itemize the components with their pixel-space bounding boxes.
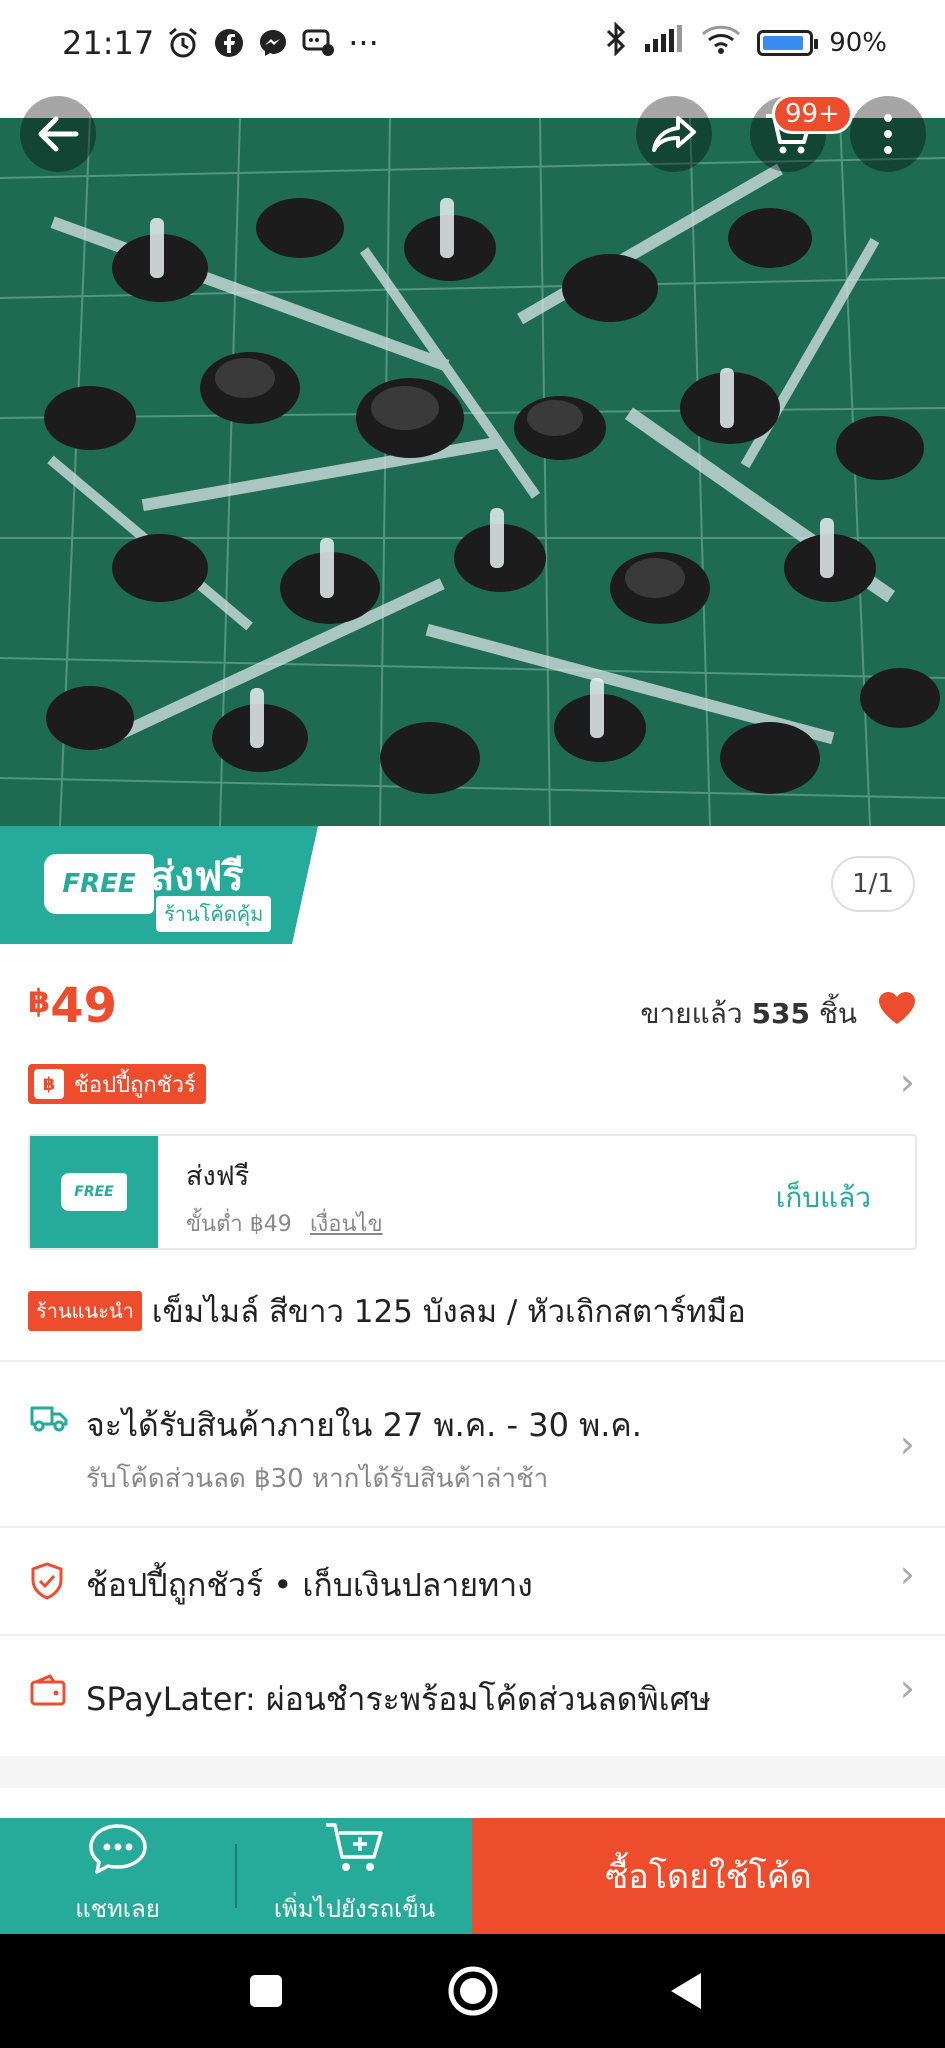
free-shipping-banner: FREE ส่งฟรี ร้านโค้ดคุ้ม 1/1 xyxy=(0,826,945,944)
late-delivery-voucher-note: รับโค้ดส่วนลด ฿30 หากได้รับสินค้าล่าช้า xyxy=(86,1464,549,1494)
price-value: 49 xyxy=(50,978,118,1034)
back-nav-button[interactable] xyxy=(656,1934,716,2048)
facebook-icon xyxy=(214,28,244,58)
product-price: ฿49 xyxy=(28,978,117,1034)
delivery-estimate: จะได้รับสินค้าภายใน 27 พ.ค. - 30 พ.ค. xyxy=(86,1406,642,1444)
battery-icon xyxy=(757,30,819,56)
wifi-icon xyxy=(701,23,741,63)
sold-count: ขายแล้ว 535 ชิ้น xyxy=(640,992,857,1036)
status-bar: 21:17 ··· 90% xyxy=(0,0,945,86)
voucher-claimed-status[interactable]: เก็บแล้ว xyxy=(776,1176,871,1220)
chat-bubble-icon xyxy=(302,28,335,58)
truck-icon: FREE xyxy=(44,854,154,914)
recommended-shop-tag: ร้านแนะนำ xyxy=(28,1291,142,1331)
truck-icon: FREE xyxy=(61,1173,127,1211)
bluetooth-icon xyxy=(605,21,627,64)
square-icon xyxy=(250,1975,282,2007)
triangle-back-icon xyxy=(671,1973,701,2009)
signal-icon xyxy=(643,24,685,62)
chat-icon xyxy=(87,1823,149,1881)
voucher-icon-panel: FREE xyxy=(30,1136,158,1248)
guarantee-cod-row[interactable]: ช้อปปี้ถูกชัวร์ • เก็บเงินปลายทาง › xyxy=(0,1528,945,1634)
currency-symbol: ฿ xyxy=(28,982,51,1020)
home-button[interactable] xyxy=(440,1934,506,2048)
add-to-cart-button[interactable]: เพิ่มไปยังรถเข็น xyxy=(237,1818,472,1934)
more-dots-icon: ··· xyxy=(348,24,379,62)
recents-button[interactable] xyxy=(236,1934,296,2048)
guarantee-label: ช้อปปี้ถูกชัวร์ xyxy=(74,1072,196,1098)
buy-with-voucher-button[interactable]: ซื้อโดยใช้โค้ด xyxy=(472,1818,945,1934)
back-button[interactable] xyxy=(20,96,96,172)
alarm-icon xyxy=(166,26,200,60)
shield-check-icon xyxy=(30,1562,64,1604)
guarantee-cod-text: ช้อปปี้ถูกชัวร์ • เก็บเงินปลายทาง xyxy=(86,1566,533,1604)
vertical-dots-icon xyxy=(884,114,892,154)
system-navigation-bar xyxy=(0,1934,945,2048)
add-to-cart-label: เพิ่มไปยังรถเข็น xyxy=(273,1895,436,1923)
sold-unit: ชิ้น xyxy=(818,997,857,1030)
delivery-row[interactable]: จะได้รับสินค้าภายใน 27 พ.ค. - 30 พ.ค. รั… xyxy=(0,1362,945,1526)
free-shipping-subtitle: ร้านโค้ดคุ้ม xyxy=(156,896,272,932)
status-time: 21:17 xyxy=(62,24,155,62)
product-photo xyxy=(0,118,945,826)
spaylater-row[interactable]: SPayLater: ผ่อนชำระพร้อมโค้ดส่วนลดพิเศษ … xyxy=(0,1636,945,1754)
spaylater-text: SPayLater: ผ่อนชำระพร้อมโค้ดส่วนลดพิเศษ xyxy=(86,1680,712,1718)
product-image[interactable] xyxy=(0,118,945,826)
cart-count-badge: 99+ xyxy=(772,94,853,134)
chevron-right-icon: › xyxy=(899,1422,915,1466)
messenger-icon xyxy=(258,28,288,58)
arrow-left-icon xyxy=(38,116,79,152)
product-title: ร้านแนะนำ เข็มไมล์ สีขาว 125 บังลม / หัว… xyxy=(28,1286,918,1336)
voucher-title: ส่งฟรี xyxy=(186,1161,250,1192)
section-gap xyxy=(0,1756,945,1788)
circle-icon xyxy=(448,1966,498,2016)
chat-button[interactable]: แชทเลย xyxy=(0,1818,235,1934)
share-button[interactable] xyxy=(636,96,712,172)
product-title-text: เข็มไมล์ สีขาว 125 บังลม / หัวเถิกสตาร์ท… xyxy=(151,1294,746,1330)
shipping-voucher-card[interactable]: FREE ส่งฟรี ขั้นต่ำ ฿49 เงื่อนไข เก็บแล้… xyxy=(28,1134,917,1250)
add-cart-icon xyxy=(324,1821,386,1881)
chevron-right-icon[interactable]: › xyxy=(900,1060,915,1104)
free-shipping-ribbon: FREE ส่งฟรี ร้านโค้ดคุ้ม xyxy=(0,826,318,944)
sold-prefix: ขายแล้ว xyxy=(640,997,743,1030)
sold-number: 535 xyxy=(751,997,810,1030)
shopee-guarantee-tag[interactable]: ฿ ช้อปปี้ถูกชัวร์ xyxy=(28,1064,206,1104)
voucher-min-spend: ขั้นต่ำ ฿49 xyxy=(186,1212,292,1237)
wallet-icon xyxy=(30,1674,66,1712)
heart-icon xyxy=(879,992,915,1024)
share-icon xyxy=(652,116,696,152)
battery-percent: 90% xyxy=(829,28,887,58)
voucher-conditions-link[interactable]: เงื่อนไข xyxy=(310,1206,383,1241)
chevron-right-icon: › xyxy=(899,1552,915,1596)
chevron-right-icon: › xyxy=(899,1666,915,1710)
truck-icon xyxy=(30,1404,68,1436)
bottom-action-bar: แชทเลย เพิ่มไปยังรถเข็น ซื้อโดยใช้โค้ด xyxy=(0,1818,945,1934)
like-button[interactable] xyxy=(877,990,917,1030)
chat-label: แชทเลย xyxy=(75,1895,160,1923)
thumbs-up-icon: ฿ xyxy=(34,1069,64,1099)
image-page-indicator: 1/1 xyxy=(831,856,915,912)
secondary-actions: แชทเลย เพิ่มไปยังรถเข็น xyxy=(0,1818,472,1934)
more-options-button[interactable] xyxy=(850,96,926,172)
